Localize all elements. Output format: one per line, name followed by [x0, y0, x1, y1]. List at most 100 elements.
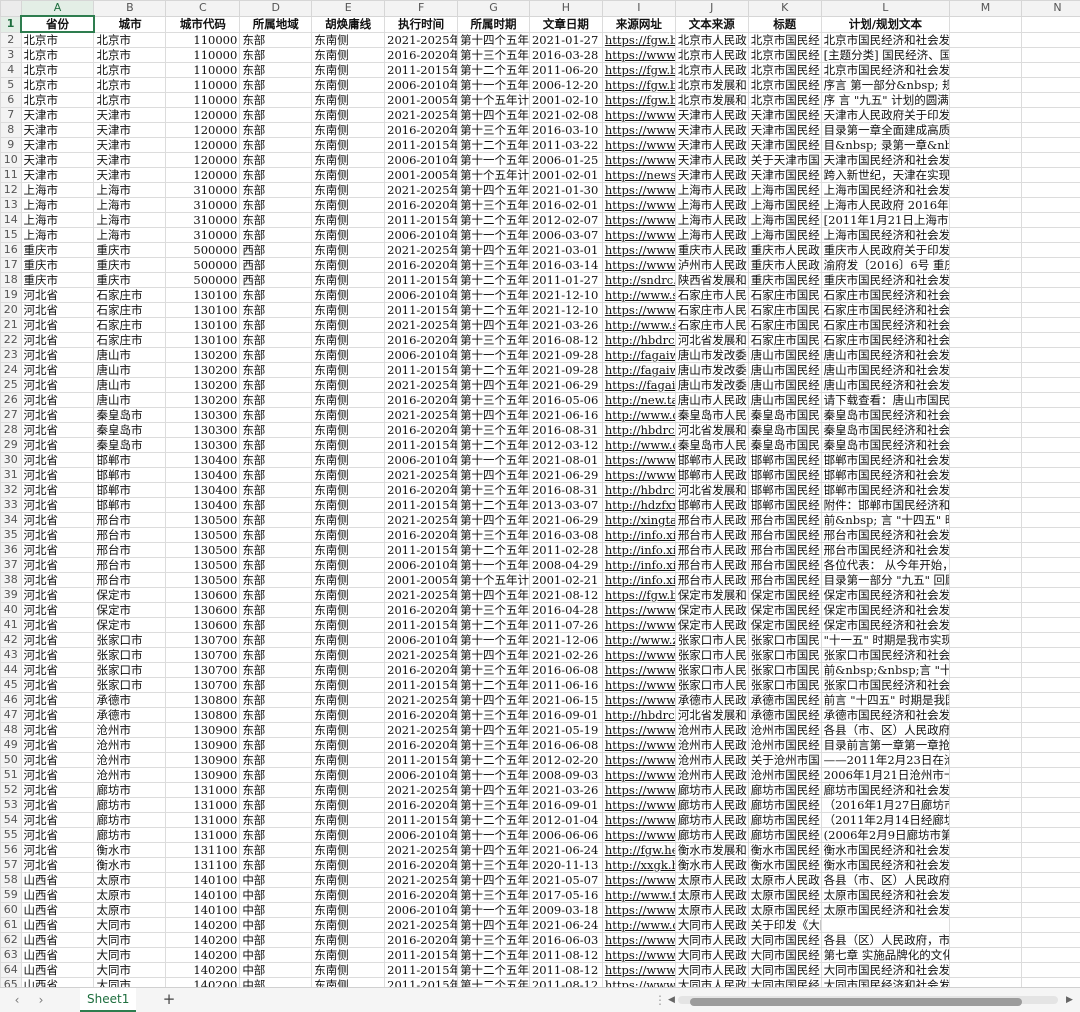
table-cell[interactable]	[950, 288, 1022, 303]
row-number[interactable]: 4	[1, 63, 22, 78]
row-number[interactable]: 6	[1, 93, 22, 108]
table-cell[interactable]: https://www.h	[602, 453, 675, 468]
table-cell[interactable]: 130400	[166, 453, 240, 468]
table-cell[interactable]	[950, 693, 1022, 708]
column-header-h[interactable]: H	[529, 1, 602, 17]
table-cell[interactable]: 邯郸市	[94, 453, 166, 468]
table-cell[interactable]: 310000	[166, 183, 240, 198]
table-cell[interactable]	[1021, 783, 1080, 798]
table-cell[interactable]: 山西省	[21, 873, 94, 888]
table-cell[interactable]: 重庆市人民政	[748, 243, 821, 258]
table-cell[interactable]: 第十四个五年	[458, 843, 530, 858]
table-cell[interactable]: 天津市国民经	[748, 108, 821, 123]
table-cell[interactable]: 东部	[240, 843, 312, 858]
table-cell[interactable]: 2021-06-29	[529, 378, 602, 393]
table-cell[interactable]: 500000	[166, 243, 240, 258]
table-cell[interactable]	[1021, 423, 1080, 438]
table-cell[interactable]: 2016-2020年	[385, 333, 458, 348]
table-cell[interactable]	[950, 32, 1022, 48]
table-cell[interactable]	[1021, 468, 1080, 483]
table-cell[interactable]: 衡水市	[94, 843, 166, 858]
header-cell[interactable]	[1021, 16, 1080, 32]
table-cell[interactable]: 张家口市国民	[748, 663, 821, 678]
table-cell[interactable]	[1021, 303, 1080, 318]
table-cell[interactable]: 130600	[166, 618, 240, 633]
table-cell[interactable]: 天津市国民经济和社会发展 第十一个五年规划纲要 从200	[821, 153, 949, 168]
row-number[interactable]: 29	[1, 438, 22, 453]
row-number[interactable]: 61	[1, 918, 22, 933]
table-cell[interactable]: 廊坊市人民政	[675, 783, 748, 798]
table-cell[interactable]: 东部	[240, 63, 312, 78]
table-cell[interactable]: 东南侧	[312, 528, 385, 543]
table-cell[interactable]: 保定市发展和	[675, 588, 748, 603]
table-cell[interactable]: "十一五" 时期是我市实现经济社会跨越式发展，全面建设	[821, 633, 949, 648]
table-cell[interactable]	[1021, 648, 1080, 663]
table-cell[interactable]: 130100	[166, 318, 240, 333]
table-cell[interactable]: 2021-06-16	[529, 408, 602, 423]
table-cell[interactable]: 保定市国民经济和社会发展 第十二个五年规划纲要第一章	[821, 618, 949, 633]
table-cell[interactable]: 东南侧	[312, 708, 385, 723]
table-cell[interactable]: https://www.tj	[602, 138, 675, 153]
table-cell[interactable]: 2006-2010年	[385, 558, 458, 573]
table-cell[interactable]: 2012-01-04	[529, 813, 602, 828]
table-cell[interactable]: 2006年1月21日沧州市十一届人大四次会议第三次全体会议	[821, 768, 949, 783]
table-cell[interactable]	[1021, 798, 1080, 813]
table-cell[interactable]: 河北省	[21, 378, 94, 393]
table-cell[interactable]	[1021, 618, 1080, 633]
table-cell[interactable]: 北京市	[21, 93, 94, 108]
row-number[interactable]: 1	[1, 16, 22, 32]
table-cell[interactable]: 2011-06-20	[529, 63, 602, 78]
table-cell[interactable]: 东南侧	[312, 258, 385, 273]
table-cell[interactable]: 沧州市	[94, 768, 166, 783]
table-cell[interactable]: 大同市人民政	[675, 978, 748, 988]
table-cell[interactable]: 第十二个五年	[458, 63, 530, 78]
table-cell[interactable]	[950, 138, 1022, 153]
table-cell[interactable]	[950, 183, 1022, 198]
table-cell[interactable]: 东部	[240, 558, 312, 573]
table-cell[interactable]: 130900	[166, 768, 240, 783]
table-cell[interactable]: 130200	[166, 348, 240, 363]
table-cell[interactable]: 石家庄市人民	[675, 318, 748, 333]
table-cell[interactable]: 500000	[166, 258, 240, 273]
table-cell[interactable]: 130600	[166, 603, 240, 618]
table-cell[interactable]: 东南侧	[312, 243, 385, 258]
table-cell[interactable]: 唐山市	[94, 393, 166, 408]
table-cell[interactable]: 重庆市	[94, 273, 166, 288]
table-cell[interactable]: 河北省	[21, 858, 94, 873]
table-cell[interactable]: 邢台市	[94, 543, 166, 558]
table-cell[interactable]: 邢台市	[94, 573, 166, 588]
table-cell[interactable]	[950, 483, 1022, 498]
table-cell[interactable]: 第十一个五年	[458, 78, 530, 93]
table-cell[interactable]: 河北省	[21, 438, 94, 453]
table-cell[interactable]: 张家口市国民经济和社会发展第十四个五年规划和二〇三五	[821, 648, 949, 663]
table-cell[interactable]: 秦皇岛市	[94, 408, 166, 423]
table-cell[interactable]: 天津市人民政	[675, 153, 748, 168]
table-cell[interactable]	[950, 528, 1022, 543]
table-cell[interactable]: 东南侧	[312, 468, 385, 483]
table-cell[interactable]: 2006-2010年	[385, 153, 458, 168]
table-cell[interactable]: 东部	[240, 93, 312, 108]
table-cell[interactable]	[950, 918, 1022, 933]
table-cell[interactable]: 2021-01-30	[529, 183, 602, 198]
table-cell[interactable]: 东南侧	[312, 588, 385, 603]
table-cell[interactable]: 2016-08-31	[529, 483, 602, 498]
table-cell[interactable]: 2016-2020年	[385, 198, 458, 213]
table-cell[interactable]: 河北省	[21, 813, 94, 828]
table-cell[interactable]: 目录第一部分 "九五" 回顾及面临的形势1、"九五" 回顾	[821, 573, 949, 588]
table-cell[interactable]: 大同市人民政	[675, 948, 748, 963]
table-cell[interactable]: 山西省	[21, 888, 94, 903]
table-cell[interactable]: https://www.d	[602, 948, 675, 963]
table-cell[interactable]: 东南侧	[312, 858, 385, 873]
table-cell[interactable]	[950, 678, 1022, 693]
table-cell[interactable]: 第十二个五年	[458, 273, 530, 288]
table-cell[interactable]: 东部	[240, 498, 312, 513]
table-cell[interactable]: 2021-2025年	[385, 108, 458, 123]
table-cell[interactable]	[1021, 708, 1080, 723]
table-cell[interactable]: 邢台市人民政	[675, 558, 748, 573]
table-cell[interactable]: 东部	[240, 783, 312, 798]
table-cell[interactable]	[1021, 723, 1080, 738]
table-cell[interactable]: https://www.lf	[602, 813, 675, 828]
table-cell[interactable]: 石家庄市国民经济和社会发展第十二个五年规划纲要经石家	[821, 303, 949, 318]
scroll-thumb[interactable]	[690, 998, 1022, 1006]
table-cell[interactable]: 2001-2005年	[385, 168, 458, 183]
